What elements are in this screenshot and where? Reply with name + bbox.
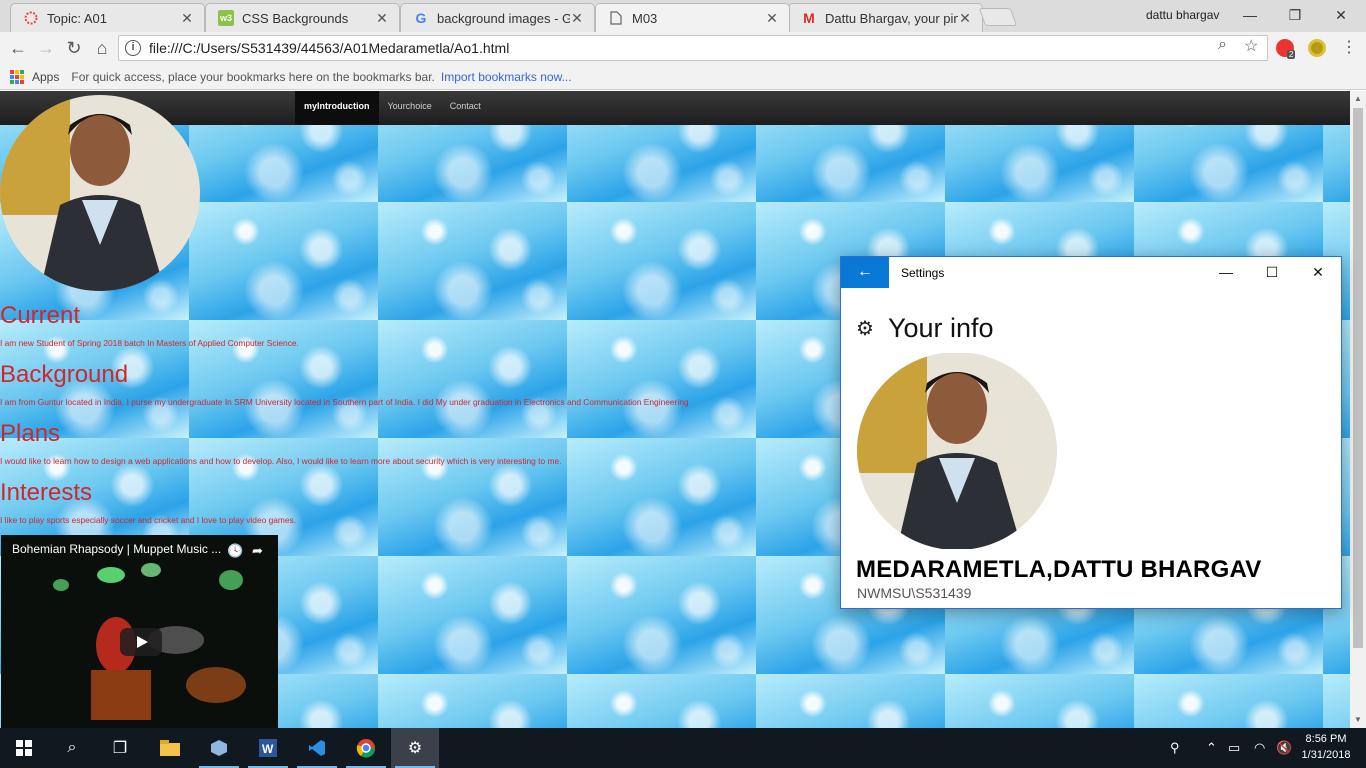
svg-text:W: W bbox=[262, 742, 274, 756]
scroll-thumb[interactable] bbox=[1353, 108, 1363, 648]
menu-icon[interactable]: ⋮ bbox=[1338, 37, 1360, 59]
chrome-icon[interactable] bbox=[342, 728, 390, 768]
tab-css-backgrounds[interactable]: w3 CSS Backgrounds ✕ bbox=[205, 3, 400, 32]
page-scrollbar[interactable]: ▲ ▼ bbox=[1350, 91, 1366, 728]
embedded-video[interactable]: Bohemian Rhapsody | Muppet Music ... 🕓 ➦ bbox=[1, 535, 278, 728]
start-windows-icon[interactable] bbox=[0, 728, 48, 768]
scroll-down-icon[interactable]: ▼ bbox=[1350, 712, 1366, 728]
gear-icon: ⚙ bbox=[856, 318, 874, 340]
text-background: I am from Guntur located in India. I pur… bbox=[0, 397, 689, 407]
box-app-icon[interactable] bbox=[195, 728, 243, 768]
settings-gear-icon[interactable]: ⚙ bbox=[391, 728, 439, 768]
home-icon[interactable]: ⌂ bbox=[91, 37, 113, 59]
tab-title: M03 bbox=[632, 10, 658, 26]
share-icon[interactable]: ➦ bbox=[252, 543, 263, 559]
close-icon[interactable]: ✕ bbox=[765, 10, 779, 27]
settings-heading: ⚙ Your info bbox=[856, 313, 994, 344]
gmail-icon: M bbox=[803, 10, 815, 26]
w3-icon: w3 bbox=[218, 10, 234, 26]
settings-window-title: Settings bbox=[901, 266, 945, 280]
tab-google[interactable]: G background images - Go ✕ bbox=[400, 3, 595, 32]
heading-current: Current bbox=[0, 302, 81, 329]
close-icon[interactable]: ✕ bbox=[570, 10, 584, 27]
forward-icon[interactable]: → bbox=[35, 37, 57, 59]
text-plans: I would like to learn how to design a we… bbox=[0, 456, 562, 466]
wifi-icon[interactable]: ◠ bbox=[1254, 740, 1265, 756]
text-current: I am new Student of Spring 2018 batch In… bbox=[0, 338, 299, 348]
reload-icon[interactable]: ↻ bbox=[63, 37, 85, 59]
tab-title: background images - Go bbox=[437, 10, 570, 26]
apps-link[interactable]: Apps bbox=[32, 70, 59, 84]
video-title[interactable]: Bohemian Rhapsody | Muppet Music ... bbox=[12, 542, 221, 556]
bookmark-star-icon[interactable]: ☆ bbox=[1244, 36, 1258, 56]
settings-titlebar: ← Settings — ☐ ✕ bbox=[841, 257, 1341, 288]
url-text: file:///C:/Users/S531439/44563/A01Medara… bbox=[149, 40, 510, 56]
clock[interactable]: 8:56 PM 1/31/2018 bbox=[1296, 731, 1356, 763]
extension-badge: 2 bbox=[1287, 50, 1296, 59]
scroll-up-icon[interactable]: ▲ bbox=[1350, 91, 1366, 107]
user-avatar bbox=[857, 352, 1057, 550]
taskbar: ⌕ ❐ W ⚙ ⚲ ⌃ ▭ ◠ 🔇 8:56 PM 1/31/2018 bbox=[0, 728, 1366, 768]
play-button[interactable] bbox=[120, 628, 162, 656]
info-icon[interactable]: i bbox=[125, 40, 141, 56]
text-interests: I like to play sports especially soccer … bbox=[0, 515, 297, 525]
close-icon[interactable]: ✕ bbox=[180, 10, 194, 27]
task-view-icon[interactable]: ❐ bbox=[96, 728, 144, 768]
heading-plans: Plans bbox=[0, 420, 61, 447]
browser-toolbar: ← → ↻ ⌂ i file:///C:/Users/S531439/44563… bbox=[0, 32, 1366, 64]
bookmarks-bar: Apps For quick access, place your bookma… bbox=[0, 64, 1366, 90]
site-navbar: myIntroduction Yourchoice Contact bbox=[0, 91, 1350, 125]
tab-title: Dattu Bhargav, your pin i bbox=[825, 10, 958, 26]
watch-later-icon[interactable]: 🕓 bbox=[227, 543, 243, 559]
close-icon[interactable]: ✕ bbox=[375, 10, 389, 27]
battery-icon[interactable]: ▭ bbox=[1228, 740, 1240, 756]
import-bookmarks-link[interactable]: Import bookmarks now... bbox=[441, 70, 572, 84]
minimize-icon[interactable]: — bbox=[1211, 261, 1241, 283]
tab-title: Topic: A01 bbox=[47, 10, 107, 26]
tab-topic[interactable]: Topic: A01 ✕ bbox=[10, 3, 205, 32]
nav-myintroduction[interactable]: myIntroduction bbox=[295, 91, 379, 125]
user-account: NWMSU\S531439 bbox=[857, 585, 972, 601]
profile-photo bbox=[0, 95, 200, 291]
nav-contact[interactable]: Contact bbox=[441, 91, 490, 125]
restore-icon[interactable]: ❐ bbox=[1272, 4, 1318, 26]
google-icon: G bbox=[415, 10, 427, 26]
tab-strip: Topic: A01 ✕ w3 CSS Backgrounds ✕ G back… bbox=[0, 0, 1366, 32]
minimize-icon[interactable]: — bbox=[1227, 4, 1273, 26]
page-icon bbox=[608, 10, 624, 26]
shield-extension-icon[interactable] bbox=[1308, 39, 1326, 57]
user-display-name: MEDARAMETLA,DATTU BHARGAV bbox=[856, 556, 1262, 583]
volume-muted-icon[interactable]: 🔇 bbox=[1276, 740, 1292, 756]
heading-interests: Interests bbox=[0, 479, 93, 506]
back-arrow-icon[interactable]: ← bbox=[841, 257, 889, 288]
nav-yourchoice[interactable]: Yourchoice bbox=[379, 91, 441, 125]
close-window-icon[interactable]: ✕ bbox=[1318, 4, 1364, 26]
page-title: Your info bbox=[887, 313, 994, 343]
people-icon[interactable]: ⚲ bbox=[1170, 740, 1180, 756]
heading-background: Background bbox=[0, 361, 129, 388]
maximize-icon[interactable]: ☐ bbox=[1257, 261, 1287, 283]
settings-window: ← Settings — ☐ ✕ ⚙ Your info MEDARAMETLA… bbox=[840, 256, 1342, 609]
word-icon[interactable]: W bbox=[244, 728, 292, 768]
chevron-up-icon[interactable]: ⌃ bbox=[1206, 740, 1217, 756]
file-explorer-icon[interactable] bbox=[146, 728, 194, 768]
profile-name[interactable]: dattu bhargav bbox=[1146, 8, 1219, 22]
tab-gmail[interactable]: M Dattu Bhargav, your pin i ✕ bbox=[788, 3, 983, 32]
apps-icon[interactable] bbox=[10, 69, 24, 84]
close-icon[interactable]: ✕ bbox=[958, 10, 972, 27]
zoom-icon[interactable]: ⌕ bbox=[1218, 36, 1227, 54]
new-tab-button[interactable] bbox=[978, 8, 1018, 26]
tab-title: CSS Backgrounds bbox=[242, 10, 349, 26]
close-icon[interactable]: ✕ bbox=[1303, 261, 1333, 283]
topic-icon bbox=[23, 10, 39, 26]
back-icon[interactable]: ← bbox=[7, 37, 29, 59]
search-icon[interactable]: ⌕ bbox=[48, 728, 96, 768]
tab-m03[interactable]: M03 ✕ bbox=[595, 3, 790, 32]
vscode-icon[interactable] bbox=[293, 728, 341, 768]
clock-time: 8:56 PM bbox=[1305, 733, 1347, 745]
bookmarks-hint: For quick access, place your bookmarks h… bbox=[71, 69, 435, 84]
clock-date: 1/31/2018 bbox=[1301, 749, 1351, 761]
address-bar[interactable]: i file:///C:/Users/S531439/44563/A01Meda… bbox=[118, 35, 1268, 61]
